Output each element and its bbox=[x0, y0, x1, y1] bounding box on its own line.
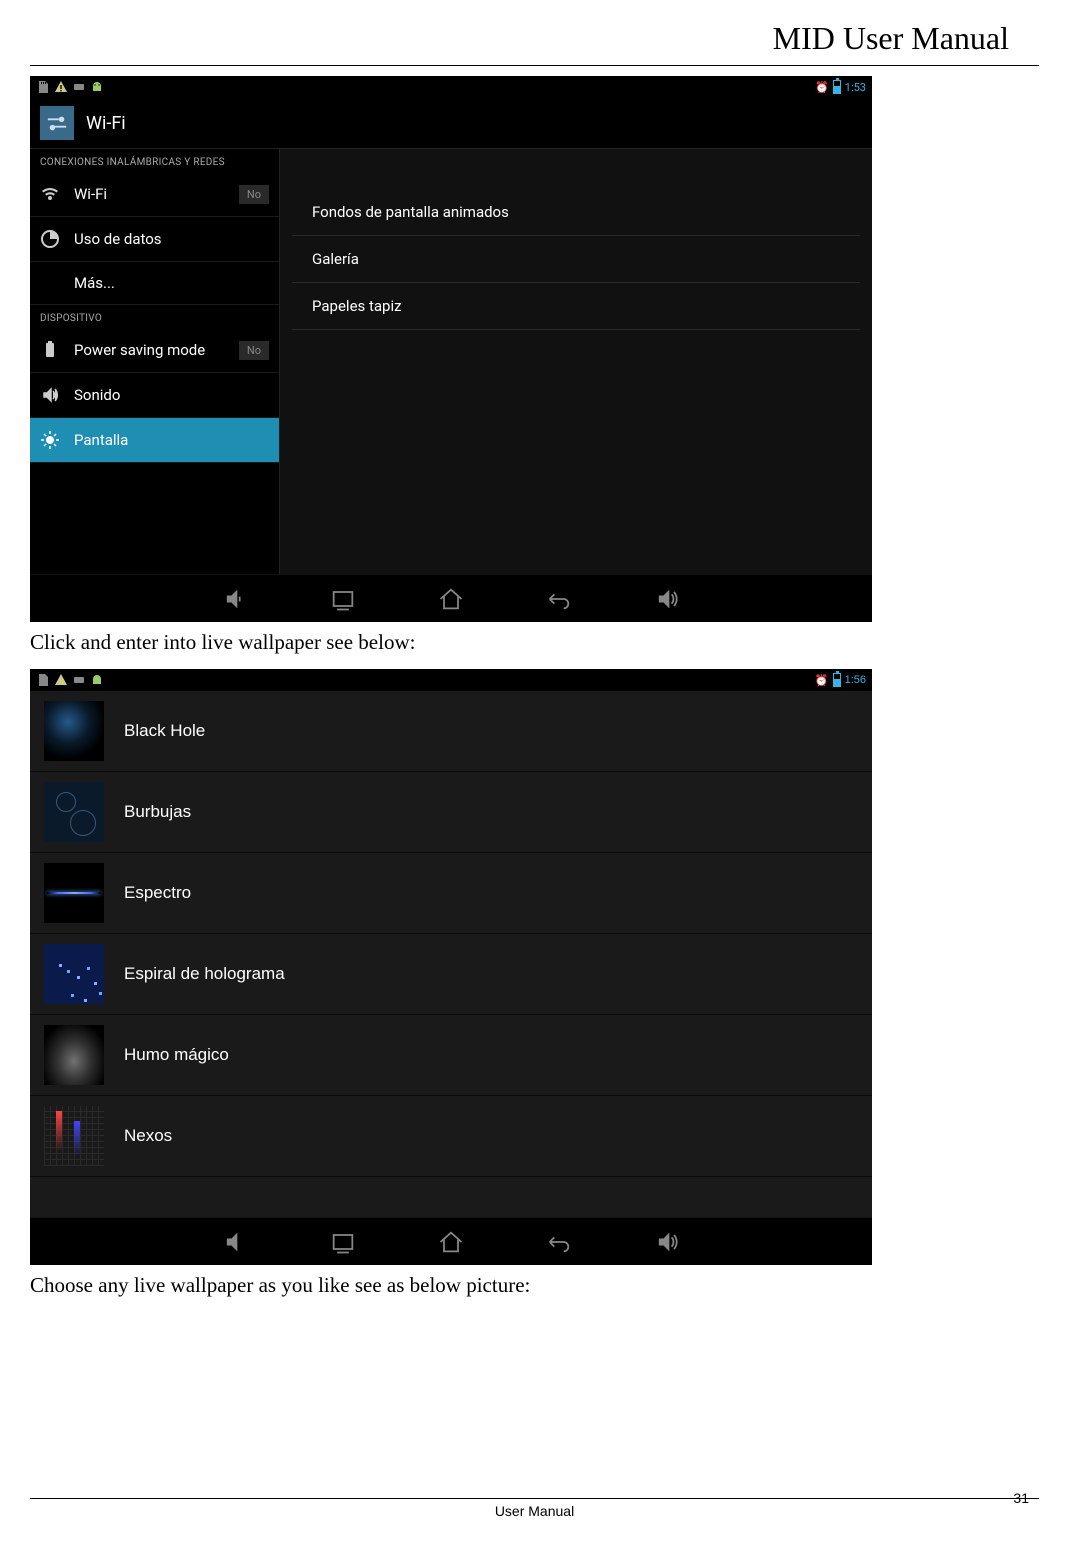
page-number: 31 bbox=[1013, 1490, 1029, 1506]
system-nav-bar bbox=[30, 574, 872, 622]
sidebar-display-label: Pantalla bbox=[74, 431, 269, 449]
wifi-icon bbox=[40, 184, 60, 204]
sidebar-wifi-label: Wi-Fi bbox=[74, 185, 239, 203]
screenshot-live-wallpapers: 1:56 Black Hole Burbujas Espectro Espira… bbox=[30, 669, 872, 1265]
volume-down-icon[interactable] bbox=[221, 585, 249, 613]
sdcard-icon bbox=[36, 673, 50, 687]
battery-icon bbox=[833, 673, 841, 687]
caption-2: Choose any live wallpaper as you like se… bbox=[30, 1273, 1039, 1298]
app-header: Wi-Fi bbox=[30, 98, 872, 149]
android-icon bbox=[90, 80, 104, 94]
status-time-2: 1:56 bbox=[845, 674, 866, 686]
sidebar-item-more[interactable]: Más... bbox=[30, 262, 279, 305]
thumb-spiral bbox=[44, 944, 104, 1004]
option-gallery[interactable]: Galería bbox=[292, 236, 860, 283]
home-icon[interactable] bbox=[437, 1228, 465, 1256]
option-wallpapers[interactable]: Papeles tapiz bbox=[292, 283, 860, 330]
app-header-title: Wi-Fi bbox=[86, 113, 126, 134]
screenshot-settings: 1:53 Wi-Fi CONEXIONES INALÁMBRICAS Y RED… bbox=[30, 76, 872, 622]
option-live-wallpapers[interactable]: Fondos de pantalla animados bbox=[292, 189, 860, 236]
sidebar-item-data-usage[interactable]: Uso de datos bbox=[30, 217, 279, 262]
wallpaper-label: Humo mágico bbox=[124, 1045, 229, 1065]
volume-up-icon[interactable] bbox=[653, 585, 681, 613]
back-icon[interactable] bbox=[329, 585, 357, 613]
sidebar-item-display[interactable]: Pantalla bbox=[30, 418, 279, 463]
caption-1: Click and enter into live wallpaper see … bbox=[30, 630, 1039, 655]
doc-title: MID User Manual bbox=[30, 20, 1039, 57]
data-usage-icon bbox=[40, 229, 60, 249]
status-bar-2: 1:56 bbox=[30, 669, 872, 691]
volume-down-icon[interactable] bbox=[221, 1228, 249, 1256]
sidebar-section-wireless: CONEXIONES INALÁMBRICAS Y REDES bbox=[30, 149, 279, 172]
wifi-toggle[interactable]: No bbox=[239, 185, 269, 204]
footer-rule bbox=[30, 1498, 1039, 1499]
system-nav-bar-2 bbox=[30, 1217, 872, 1265]
wallpaper-label: Burbujas bbox=[124, 802, 191, 822]
wallpaper-item-hologram-spiral[interactable]: Espiral de holograma bbox=[30, 934, 872, 1015]
wallpaper-label: Espectro bbox=[124, 883, 191, 903]
usb-icon bbox=[72, 80, 86, 94]
sidebar-power-label: Power saving mode bbox=[74, 341, 239, 359]
usb-icon bbox=[72, 673, 86, 687]
thumb-smoke bbox=[44, 1025, 104, 1085]
wallpaper-item-blackhole[interactable]: Black Hole bbox=[30, 691, 872, 772]
sidebar-item-power-saving[interactable]: Power saving mode No bbox=[30, 328, 279, 373]
wallpaper-item-bubbles[interactable]: Burbujas bbox=[30, 772, 872, 853]
thumb-spectrum bbox=[44, 863, 104, 923]
return-icon[interactable] bbox=[545, 1228, 573, 1256]
wallpaper-item-nexus[interactable]: Nexos bbox=[30, 1096, 872, 1177]
wallpaper-label: Espiral de holograma bbox=[124, 964, 285, 984]
wallpaper-item-spectrum[interactable]: Espectro bbox=[30, 853, 872, 934]
sidebar-item-wifi[interactable]: Wi-Fi No bbox=[30, 172, 279, 217]
alarm-icon bbox=[815, 81, 829, 94]
thumb-bubbles bbox=[44, 782, 104, 842]
alarm-icon bbox=[815, 674, 829, 687]
warning-icon bbox=[54, 80, 68, 94]
wallpaper-label: Black Hole bbox=[124, 721, 205, 741]
return-icon[interactable] bbox=[545, 585, 573, 613]
sound-icon bbox=[40, 385, 60, 405]
thumb-nexus bbox=[44, 1106, 104, 1166]
wallpaper-options-pane: Fondos de pantalla animados Galería Pape… bbox=[280, 149, 872, 574]
android-icon bbox=[90, 673, 104, 687]
settings-sidebar: CONEXIONES INALÁMBRICAS Y REDES Wi-Fi No… bbox=[30, 149, 280, 574]
power-saving-icon bbox=[40, 340, 60, 360]
sidebar-sound-label: Sonido bbox=[74, 386, 269, 404]
sidebar-section-device: DISPOSITIVO bbox=[30, 305, 279, 328]
warning-icon bbox=[54, 673, 68, 687]
home-icon[interactable] bbox=[437, 585, 465, 613]
back-icon[interactable] bbox=[329, 1228, 357, 1256]
sdcard-icon bbox=[36, 80, 50, 94]
settings-app-icon bbox=[40, 106, 74, 140]
header-rule bbox=[30, 65, 1039, 66]
footer-text: User Manual bbox=[30, 1503, 1039, 1519]
battery-icon bbox=[833, 80, 841, 94]
status-bar: 1:53 bbox=[30, 76, 872, 98]
sidebar-item-sound[interactable]: Sonido bbox=[30, 373, 279, 418]
wallpaper-item-magic-smoke[interactable]: Humo mágico bbox=[30, 1015, 872, 1096]
sidebar-data-label: Uso de datos bbox=[74, 230, 269, 248]
power-toggle[interactable]: No bbox=[239, 341, 269, 360]
status-time: 1:53 bbox=[845, 81, 866, 94]
wallpaper-label: Nexos bbox=[124, 1126, 172, 1146]
sidebar-more-label: Más... bbox=[74, 274, 115, 292]
volume-up-icon[interactable] bbox=[653, 1228, 681, 1256]
thumb-blackhole bbox=[44, 701, 104, 761]
display-icon bbox=[40, 430, 60, 450]
